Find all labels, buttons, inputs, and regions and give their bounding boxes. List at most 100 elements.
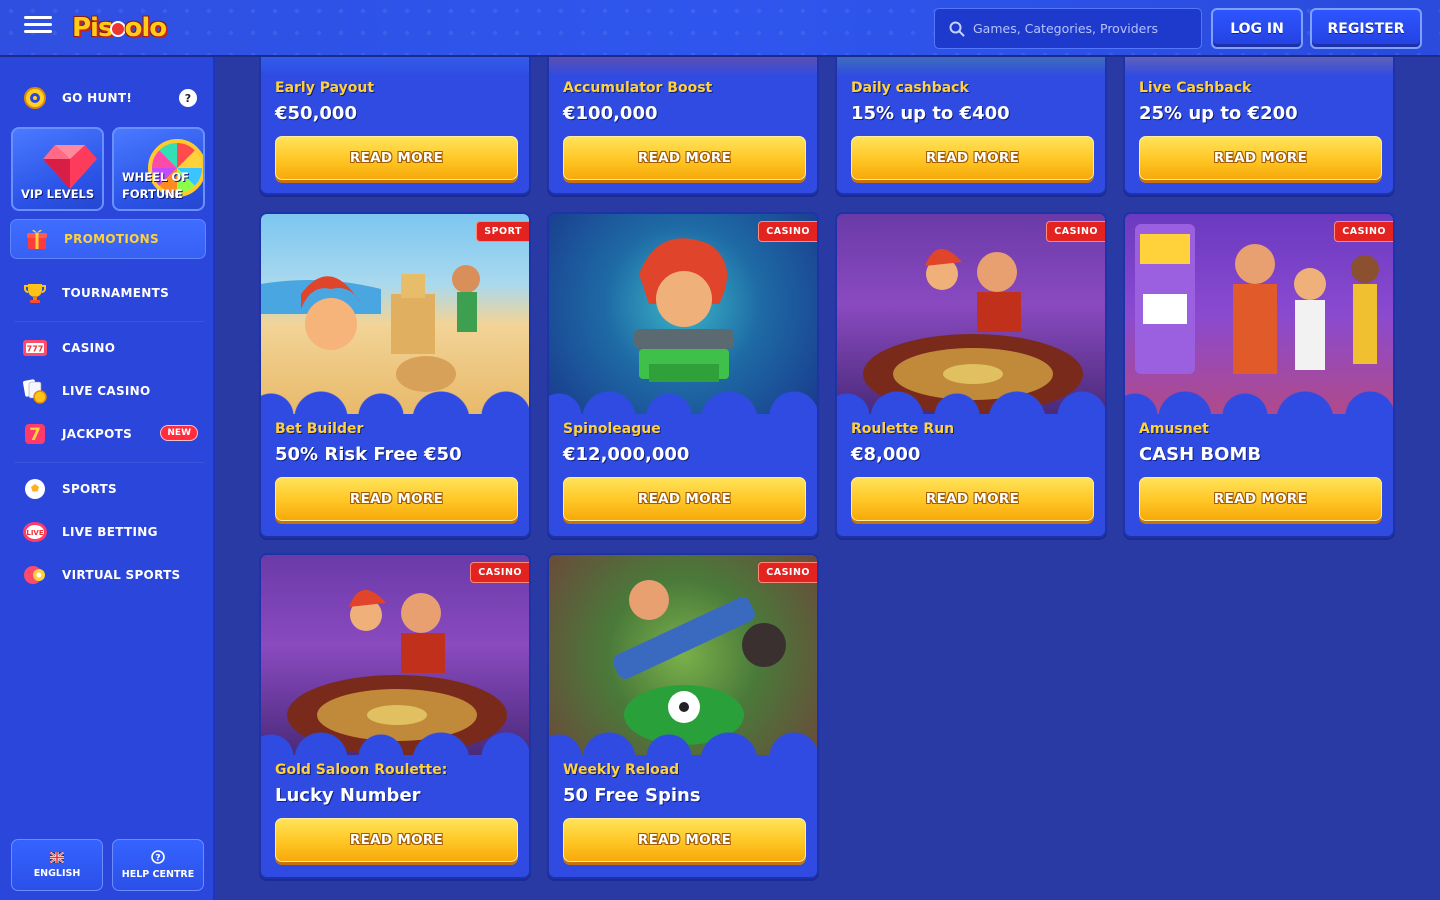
- promo-subtitle: Accumulator Boost: [563, 80, 713, 96]
- help-circle-icon[interactable]: ?: [179, 89, 197, 107]
- read-more-button[interactable]: READ MORE: [563, 477, 806, 521]
- promo-title: 25% up to €200: [1139, 103, 1298, 124]
- wheel-of-fortune-label: WHEEL OF FORTUNE: [122, 169, 189, 203]
- promo-subtitle: Live Cashback: [1139, 80, 1252, 96]
- sidebar-item-label: JACKPOTS: [62, 427, 133, 441]
- read-more-button[interactable]: READ MORE: [563, 818, 806, 862]
- sidebar-divider: [14, 462, 204, 463]
- read-more-button[interactable]: READ MORE: [275, 818, 518, 862]
- sidebar-item-live-casino[interactable]: LIVE CASINO: [10, 373, 206, 409]
- gift-icon: [24, 226, 50, 252]
- new-badge: NEW: [160, 425, 198, 441]
- vip-levels-tile[interactable]: VIP LEVELS: [11, 127, 104, 211]
- category-tag: SPORT: [476, 221, 529, 242]
- cloud-divider: [261, 727, 529, 755]
- wheel-of-fortune-tile[interactable]: WHEEL OF FORTUNE: [112, 127, 205, 211]
- menu-burger-icon[interactable]: [24, 14, 52, 40]
- promo-subtitle: Spinoleague: [563, 421, 661, 437]
- promo-title: €50,000: [275, 103, 357, 124]
- promo-card[interactable]: CASINO Weekly Reload 50 Free Spins READ …: [547, 553, 819, 879]
- promo-title: 15% up to €400: [851, 103, 1010, 124]
- svg-text:?: ?: [155, 854, 160, 864]
- soccer-ball-icon: [22, 476, 48, 502]
- promo-art-beach: [261, 214, 529, 414]
- read-more-button[interactable]: READ MORE: [851, 477, 1094, 521]
- search-icon: [949, 21, 965, 36]
- top-header: Pisolo LOG IN REGISTER: [0, 0, 1440, 57]
- promo-title: 50 Free Spins: [563, 785, 701, 806]
- wheel-label-line-2: FORTUNE: [122, 187, 183, 201]
- target-icon: [22, 85, 48, 111]
- read-more-button[interactable]: READ MORE: [275, 477, 518, 521]
- sidebar: GO HUNT! ? VIP LEVELS WHEEL OF FORTUNE P…: [0, 57, 215, 900]
- sidebar-item-virtual-sports[interactable]: VIRTUAL SPORTS: [10, 557, 206, 593]
- help-centre-button[interactable]: ? HELP CENTRE: [112, 839, 204, 891]
- sidebar-item-label: VIRTUAL SPORTS: [62, 568, 181, 582]
- sidebar-item-label: PROMOTIONS: [64, 232, 159, 246]
- language-label: ENGLISH: [33, 867, 81, 879]
- sidebar-divider: [14, 321, 204, 322]
- promo-subtitle: Roulette Run: [851, 421, 955, 437]
- promo-subtitle: Early Payout: [275, 80, 375, 96]
- login-button[interactable]: LOG IN: [1211, 8, 1303, 49]
- promo-art-weekly-reload: [549, 555, 817, 755]
- sidebar-item-jackpots[interactable]: 7 JACKPOTS NEW: [10, 416, 206, 452]
- promo-art-cash-bomb: [1125, 214, 1393, 414]
- sidebar-item-label: CASINO: [62, 341, 116, 355]
- promo-subtitle: Daily cashback: [851, 80, 969, 96]
- read-more-button[interactable]: READ MORE: [851, 136, 1094, 180]
- search-box[interactable]: [934, 8, 1202, 49]
- category-tag: CASINO: [758, 221, 817, 242]
- cards-chip-icon: [22, 378, 48, 404]
- go-hunt-item[interactable]: GO HUNT! ?: [10, 79, 207, 117]
- gem-icon: [43, 145, 97, 189]
- sidebar-item-tournaments[interactable]: TOURNAMENTS: [10, 275, 206, 311]
- category-tag: CASINO: [1334, 221, 1393, 242]
- sidebar-item-live-betting[interactable]: LIVE LIVE BETTING: [10, 514, 206, 550]
- promo-subtitle: Weekly Reload: [563, 762, 680, 778]
- site-logo[interactable]: Pis olo: [72, 9, 167, 47]
- search-input[interactable]: [973, 21, 1193, 36]
- promo-art-roulette: [837, 214, 1105, 414]
- sidebar-item-label: TOURNAMENTS: [62, 286, 170, 300]
- promo-subtitle: Amusnet: [1139, 421, 1209, 437]
- cloud-divider: [549, 727, 817, 755]
- cloud-divider: [837, 386, 1105, 414]
- promo-card[interactable]: CASINO Amusnet CASH BOMB READ MORE: [1123, 212, 1395, 538]
- promo-card[interactable]: CASINO Spinoleague €12,000,000 READ MORE: [547, 212, 819, 538]
- register-button[interactable]: REGISTER: [1310, 8, 1422, 49]
- cloud-divider: [261, 386, 529, 414]
- promo-card[interactable]: CASINO Gold Saloon Roulette: Lucky Numbe…: [259, 553, 531, 879]
- svg-text:LIVE: LIVE: [26, 529, 43, 537]
- category-tag: CASINO: [1046, 221, 1105, 242]
- read-more-button[interactable]: READ MORE: [1139, 477, 1382, 521]
- trophy-icon: [22, 280, 48, 306]
- sidebar-item-sports[interactable]: SPORTS: [10, 471, 206, 507]
- live-icon: LIVE: [22, 519, 48, 545]
- promo-card[interactable]: CASINO Roulette Run €8,000 READ MORE: [835, 212, 1107, 538]
- sidebar-item-promotions[interactable]: PROMOTIONS: [10, 219, 206, 259]
- category-tag: CASINO: [470, 562, 529, 583]
- promo-subtitle: Gold Saloon Roulette:: [275, 762, 448, 778]
- cloud-divider: [549, 386, 817, 414]
- slot-777-icon: 777: [22, 335, 48, 361]
- sidebar-item-label: LIVE BETTING: [62, 525, 158, 539]
- sidebar-item-casino[interactable]: 777 CASINO: [10, 330, 206, 366]
- promo-title: CASH BOMB: [1139, 444, 1262, 465]
- promo-card[interactable]: SPORT Bet Builder 50% Risk Free €50 READ…: [259, 212, 531, 538]
- language-button[interactable]: ENGLISH: [11, 839, 103, 891]
- promo-title: 50% Risk Free €50: [275, 444, 462, 465]
- wheel-label-line-1: WHEEL OF: [122, 170, 189, 184]
- promo-subtitle: Bet Builder: [275, 421, 364, 437]
- read-more-button[interactable]: READ MORE: [1139, 136, 1382, 180]
- svg-text:777: 777: [27, 345, 44, 354]
- go-hunt-label: GO HUNT!: [62, 91, 133, 105]
- svg-text:7: 7: [29, 425, 41, 445]
- sidebar-item-label: SPORTS: [62, 482, 117, 496]
- sidebar-item-label: LIVE CASINO: [62, 384, 151, 398]
- lucky-seven-icon: 7: [22, 421, 48, 447]
- read-more-button[interactable]: READ MORE: [275, 136, 518, 180]
- read-more-button[interactable]: READ MORE: [563, 136, 806, 180]
- category-tag: CASINO: [758, 562, 817, 583]
- vip-levels-label: VIP LEVELS: [21, 187, 95, 201]
